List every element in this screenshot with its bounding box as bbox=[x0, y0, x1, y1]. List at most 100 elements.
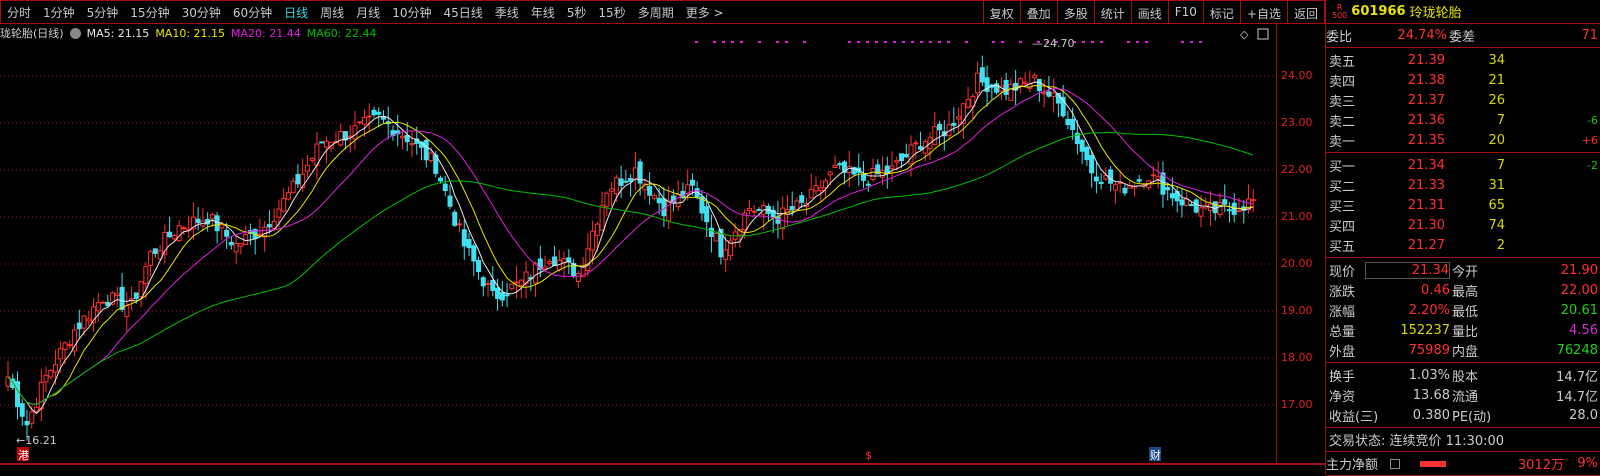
candle-body bbox=[1198, 207, 1204, 217]
candle-body bbox=[281, 197, 287, 212]
tool-button[interactable]: F10 bbox=[1167, 1, 1203, 24]
fund-value: 14.7亿 bbox=[1556, 389, 1598, 405]
candle-body bbox=[1008, 84, 1014, 101]
level-volume: 7 bbox=[1496, 112, 1505, 128]
signal-dot bbox=[758, 41, 761, 43]
period-tab[interactable]: 10分钟 bbox=[386, 4, 437, 21]
quote-label: 总量 bbox=[1329, 324, 1356, 340]
candle-body bbox=[780, 207, 786, 230]
fund-label: 股本 bbox=[1452, 369, 1479, 385]
fund-row: 净资 13.68 流通 14.7亿 bbox=[1326, 385, 1600, 405]
period-tab[interactable]: 月线 bbox=[350, 4, 386, 21]
badge-n: 500 bbox=[1332, 10, 1348, 20]
tool-button[interactable]: 多股 bbox=[1056, 1, 1094, 24]
candle-body bbox=[1036, 78, 1042, 92]
candle-body bbox=[813, 185, 819, 192]
candle-body bbox=[1250, 199, 1256, 202]
candle-body bbox=[114, 293, 120, 297]
candle-body bbox=[827, 171, 833, 176]
candle-body bbox=[918, 146, 924, 150]
tool-button[interactable]: 叠加 bbox=[1019, 1, 1057, 24]
candle-body bbox=[238, 243, 244, 247]
list-icon[interactable] bbox=[1390, 458, 1400, 469]
signal-dot bbox=[1091, 41, 1094, 43]
tool-button[interactable]: 统计 bbox=[1093, 1, 1131, 24]
period-tab[interactable]: 年线 bbox=[525, 4, 561, 21]
level-price: 21.34 bbox=[1407, 157, 1445, 173]
level-label: 买五 bbox=[1329, 239, 1356, 255]
period-tab[interactable]: 更多 > bbox=[680, 4, 730, 21]
candle-body bbox=[504, 294, 510, 297]
tool-button[interactable]: 画线 bbox=[1130, 1, 1168, 24]
candle-body bbox=[609, 188, 615, 192]
period-tab[interactable]: 15分钟 bbox=[124, 4, 175, 21]
candle-body bbox=[1165, 187, 1171, 191]
candle-body bbox=[1070, 118, 1076, 131]
signal-dot bbox=[884, 41, 887, 43]
fund-label: 流通 bbox=[1452, 389, 1479, 405]
candle-body bbox=[442, 183, 448, 192]
candle-body bbox=[152, 248, 158, 255]
candle-body bbox=[352, 125, 358, 140]
signal-dot bbox=[857, 41, 860, 43]
period-tab[interactable]: 5分钟 bbox=[81, 4, 125, 21]
period-tab[interactable]: 1分钟 bbox=[37, 4, 81, 21]
quote-label: 最低 bbox=[1452, 304, 1479, 320]
candle-body bbox=[76, 322, 82, 330]
candle-body bbox=[651, 194, 657, 199]
fund-label: 换手 bbox=[1329, 369, 1356, 385]
level-price: 21.35 bbox=[1407, 132, 1445, 148]
candle-body bbox=[956, 116, 962, 120]
period-tab[interactable]: 60分钟 bbox=[227, 4, 278, 21]
quote-value: 21.34 bbox=[1365, 261, 1450, 279]
period-tab[interactable]: 5秒 bbox=[561, 4, 593, 21]
max-price-label: —24.70 bbox=[1032, 37, 1075, 50]
order-row: 买二 21.33 31 bbox=[1326, 175, 1600, 195]
period-tab[interactable]: 季线 bbox=[489, 4, 525, 21]
signal-dot bbox=[740, 41, 743, 43]
trade-status: 交易状态: 连续竞价 11:30:00 bbox=[1326, 428, 1600, 452]
candlestick-chart[interactable]: —24.70 ←16.21 港 $ 财 ◇ bbox=[0, 24, 1276, 464]
signal-dot bbox=[911, 41, 914, 43]
tool-button[interactable]: +自选 bbox=[1239, 1, 1287, 24]
quote-value: 75989 bbox=[1408, 342, 1450, 358]
period-tab[interactable]: 45日线 bbox=[437, 4, 488, 21]
candle-body bbox=[799, 195, 805, 203]
candle-body bbox=[361, 117, 367, 125]
period-tab[interactable]: 分时 bbox=[1, 4, 37, 21]
period-tab[interactable]: 多周期 bbox=[632, 4, 680, 21]
candle-body bbox=[138, 281, 144, 298]
candle-body bbox=[195, 218, 201, 224]
margin-badge: R 500 bbox=[1332, 3, 1348, 20]
period-tab[interactable]: 周线 bbox=[314, 4, 350, 21]
candle-body bbox=[884, 165, 890, 174]
level-price: 21.27 bbox=[1407, 237, 1445, 253]
candle-body bbox=[95, 302, 101, 312]
weicha-value: 71 bbox=[1581, 28, 1598, 43]
period-tab[interactable]: 日线 bbox=[278, 4, 314, 21]
tool-button[interactable]: 复权 bbox=[982, 1, 1020, 24]
candle-body bbox=[133, 292, 139, 299]
candle-body bbox=[495, 287, 501, 299]
ma5-line bbox=[7, 81, 1254, 415]
candle-body bbox=[704, 206, 710, 223]
candle-body bbox=[1226, 209, 1232, 212]
level-volume: 74 bbox=[1488, 217, 1505, 233]
fund-value: 13.68 bbox=[1412, 387, 1450, 403]
tool-button[interactable]: 返回 bbox=[1286, 1, 1324, 24]
fund-value: 1.03% bbox=[1408, 367, 1450, 383]
candle-body bbox=[1041, 92, 1047, 95]
candle-body bbox=[837, 163, 843, 166]
candle-body bbox=[789, 205, 795, 211]
period-tab[interactable]: 15秒 bbox=[592, 4, 631, 21]
tool-button[interactable]: 标记 bbox=[1202, 1, 1240, 24]
quote-label: 外盘 bbox=[1329, 344, 1356, 360]
period-tab[interactable]: 30分钟 bbox=[176, 4, 227, 21]
candle-body bbox=[119, 286, 125, 310]
candle-body bbox=[547, 260, 553, 265]
y-tick-label: 22.00 bbox=[1281, 163, 1313, 176]
level-price: 21.31 bbox=[1407, 197, 1445, 213]
candle-body bbox=[499, 292, 505, 301]
candle-body bbox=[371, 109, 377, 116]
level-label: 买二 bbox=[1329, 179, 1356, 195]
